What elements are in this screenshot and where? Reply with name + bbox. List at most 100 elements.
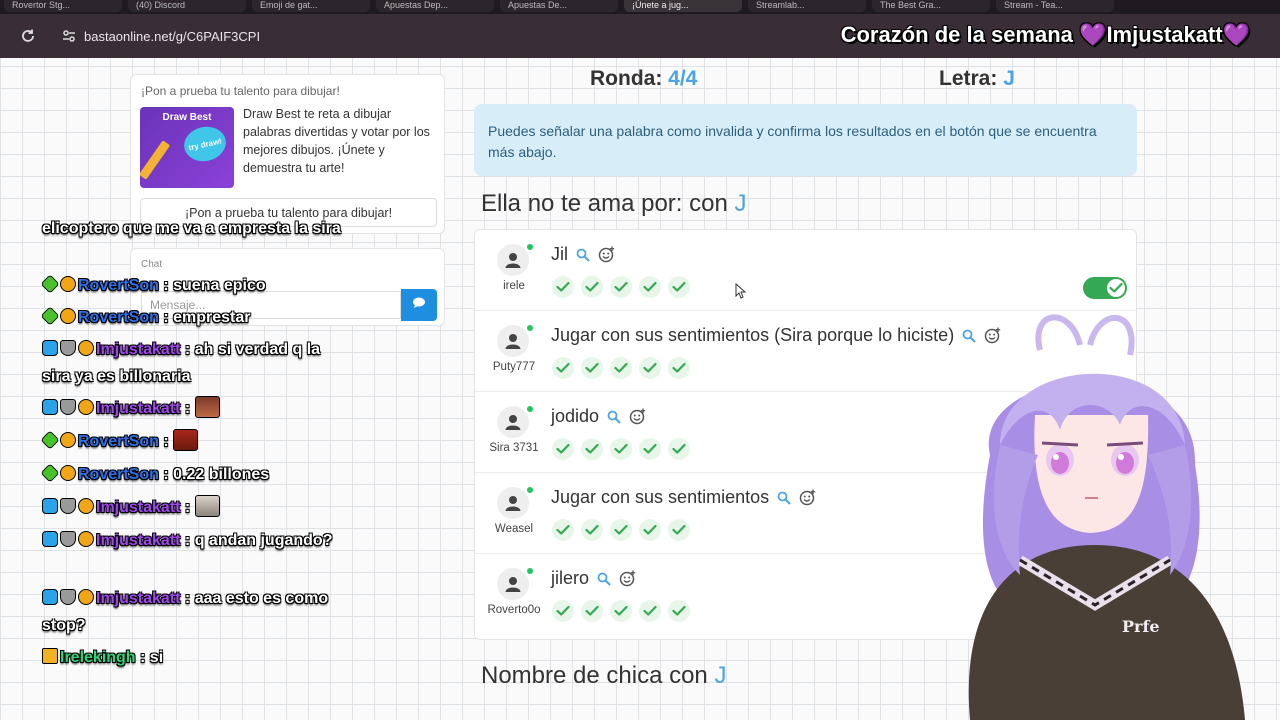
chat-text: : 0.22 billones [163, 466, 270, 483]
gold-badge-icon [78, 498, 94, 514]
chat-bubble-icon [412, 296, 426, 314]
ad-card: ¡Pon a prueba tu talento para dibujar! D… [130, 74, 445, 234]
blue-badge-icon [42, 498, 58, 514]
emote-icon [173, 429, 199, 451]
search-icon[interactable] [607, 410, 621, 424]
answer-text: jilero [551, 568, 590, 588]
answer-text: Jugar con sus sentimientos [551, 487, 770, 507]
reload-icon[interactable] [18, 26, 38, 46]
add-reaction-icon[interactable] [799, 489, 816, 506]
category-title-text: Ella no te ama por: con [481, 190, 728, 217]
chat-username: RovertSon [78, 309, 159, 326]
check-icon [639, 600, 661, 622]
chat-username: RovertSon [78, 277, 159, 294]
gold-badge-icon [60, 308, 76, 324]
gold-badge-icon [78, 589, 94, 605]
check-icon [668, 438, 690, 460]
answer-text: Jugar con sus sentimientos (Sira porque … [551, 325, 955, 345]
add-reaction-icon[interactable] [598, 246, 615, 263]
letter-indicator: Letra: J [939, 67, 1015, 91]
letter-value: J [1003, 67, 1015, 90]
chat-username: RovertSon [78, 433, 159, 450]
check-icon [552, 519, 574, 541]
tab-strip: Rovertor Stg... (40) Discord Emoji de gat.… [0, 0, 1280, 14]
stream-chat-message: Imjustakatt : [42, 494, 342, 521]
stream-chat-message: RovertSon : [40, 428, 342, 455]
browser-tab[interactable]: (40) Discord [128, 0, 246, 12]
add-reaction-icon[interactable] [619, 570, 636, 587]
chat-username: Imjustakatt [96, 400, 181, 417]
site-info-icon[interactable] [60, 27, 78, 45]
gold-badge-icon [60, 432, 76, 448]
valid-toggle[interactable] [1083, 277, 1127, 299]
ad-thumb-title: Draw Best [162, 112, 212, 123]
browser-tab[interactable]: Rovertor Stg... [4, 0, 122, 12]
answer-word: jilero [551, 568, 636, 589]
emote-icon [194, 495, 220, 517]
send-button[interactable] [401, 289, 437, 321]
player-name: Roverto0o [487, 604, 541, 616]
ad-thumb-bubble: try draw! [180, 123, 230, 165]
online-indicator [527, 406, 533, 412]
browser-tab[interactable]: Streamlab... [748, 0, 866, 12]
browser-tab[interactable]: Emoji de gat... [252, 0, 370, 12]
browser-tab[interactable]: Apuestas Dep... [376, 0, 494, 12]
check-icon [668, 519, 690, 541]
vote-checks [552, 438, 690, 460]
overlay-title-text: Corazón de la semana [840, 22, 1073, 47]
chat-text: elicoptero que me va a empresta la sira [42, 220, 341, 237]
stream-chat-message: Imjustakatt : q andan jugando? [42, 527, 342, 554]
user-avatar-icon [497, 568, 529, 600]
stream-chat-message: elicoptero que me va a empresta la sira [42, 215, 342, 242]
online-indicator [527, 325, 533, 331]
draw-best-thumbnail[interactable]: Draw Best try draw! [140, 107, 234, 188]
check-icon [581, 276, 603, 298]
blue-badge-icon [42, 531, 58, 547]
add-reaction-icon[interactable] [629, 408, 646, 425]
check-icon [1107, 279, 1125, 297]
check-icon [610, 600, 632, 622]
user-avatar-icon [497, 325, 529, 357]
stream-chat-message: Imjustakatt : ah si verdad q la sira ya … [42, 336, 342, 390]
browser-tab[interactable]: ¡Únete a jug... [624, 0, 742, 12]
search-icon[interactable] [576, 248, 590, 262]
green-badge-icon [40, 463, 60, 483]
online-indicator [527, 487, 533, 493]
round-indicator: Ronda: 4/4 [590, 67, 697, 91]
check-icon [552, 357, 574, 379]
category-letter: J [714, 662, 727, 689]
green-badge-icon [40, 274, 60, 294]
address-bar[interactable]: bastaonline.net/g/C6PAIF3CPI [84, 29, 260, 44]
chat-text: : [163, 433, 169, 450]
ad-heading: ¡Pon a prueba tu talento para dibujar! [141, 84, 340, 98]
heart-of-week-overlay: Corazón de la semana 💜Imjustakatt💜 [841, 22, 1250, 48]
gold-badge-icon [60, 465, 76, 481]
chat-label: Chat [141, 259, 163, 270]
stream-chat-message: RovertSon : 0.22 billones [40, 461, 342, 488]
chat-text: : si [140, 649, 164, 666]
player-name: Sira 3731 [489, 442, 539, 454]
category-title: Nombre de chica con J [481, 662, 726, 690]
browser-tab[interactable]: Apuestas De... [500, 0, 618, 12]
chat-username: Imjustakatt [96, 590, 181, 607]
heart-icon: 💜 [1079, 22, 1107, 47]
silver-badge-icon [60, 340, 76, 356]
check-icon [552, 438, 574, 460]
blue-badge-icon [42, 589, 58, 605]
user-avatar-icon [497, 406, 529, 438]
check-icon [668, 357, 690, 379]
vtuber-avatar: Prfe [968, 314, 1245, 720]
gold-badge-icon [78, 399, 94, 415]
vote-checks [552, 357, 690, 379]
browser-tab[interactable]: The Best Gra... [872, 0, 990, 12]
category-letter: J [734, 190, 747, 217]
player-name: irele [503, 280, 525, 292]
search-icon[interactable] [597, 572, 611, 586]
search-icon[interactable] [777, 491, 791, 505]
browser-tab[interactable]: Stream - Tea... [996, 0, 1114, 12]
chat-username: Imjustakatt [96, 499, 181, 516]
check-icon [610, 357, 632, 379]
blue-badge-icon [42, 340, 58, 356]
chat-text: : [184, 400, 191, 417]
vote-checks [552, 600, 690, 622]
